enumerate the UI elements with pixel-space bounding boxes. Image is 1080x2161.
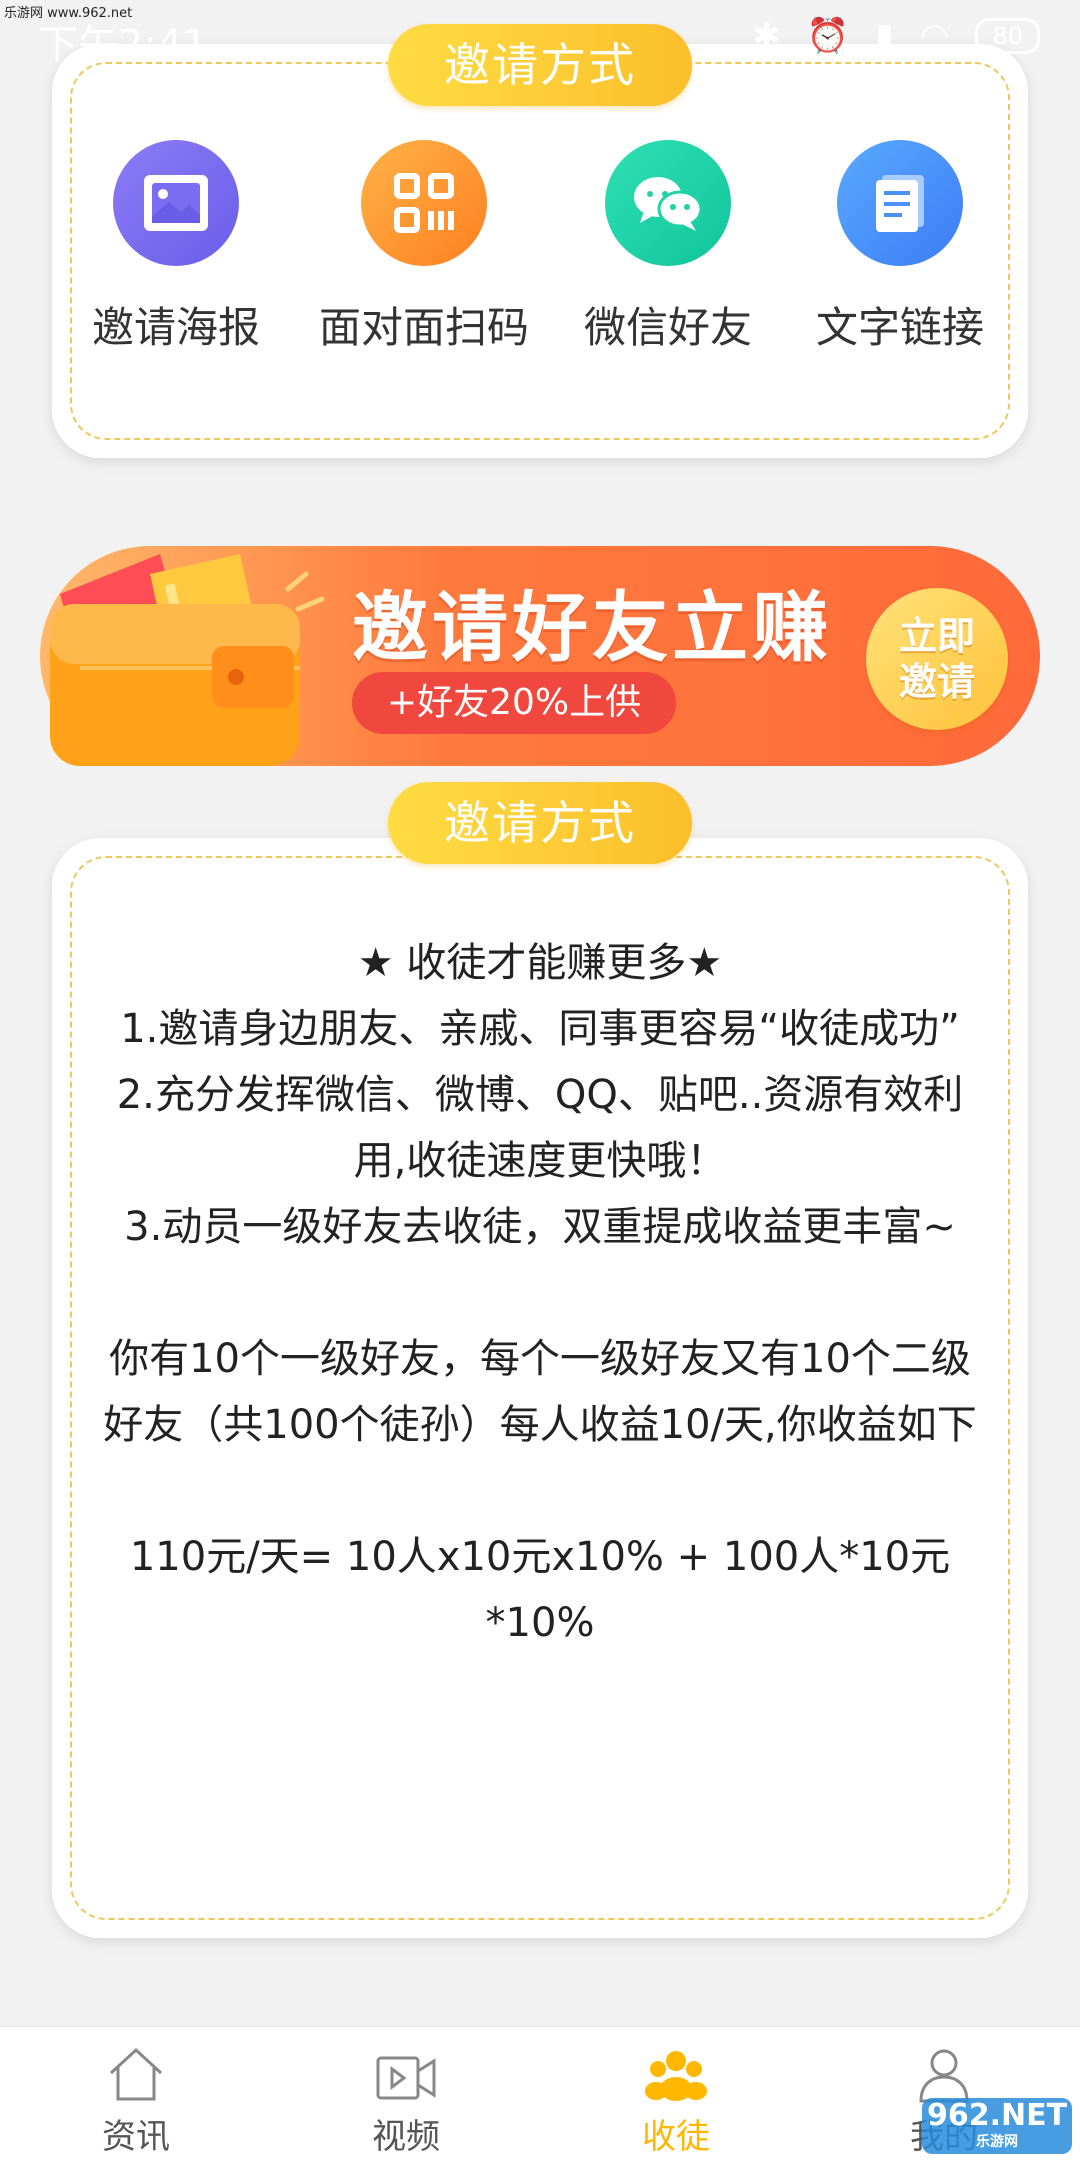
status-bar: 下午2:41 ✱ ⏰ ▮ ◠ 80 <box>0 0 1080 70</box>
banner-title: 邀请好友立赚 <box>352 583 832 672</box>
image-icon <box>113 140 239 266</box>
method-wechat-friend[interactable]: 微信好友 <box>548 140 788 355</box>
wallet-icon <box>50 554 325 766</box>
alarm-icon: ⏰ <box>806 16 850 56</box>
method-face-to-face-scan[interactable]: 面对面扫码 <box>304 140 544 355</box>
invite-methods-list: 邀请海报 面对面扫码 微信好友 文字链接 <box>52 140 1028 370</box>
tab-label: 资讯 <box>102 2117 170 2157</box>
rule-1: 1.邀请身边朋友、亲戚、同事更容易“收徒成功” <box>120 1006 960 1052</box>
qr-code-icon <box>361 140 487 266</box>
rule-2: 2.充分发挥微信、微博、QQ、贴吧..资源有效利用,收徒速度更快哦！ <box>116 1072 964 1184</box>
method-label: 文字链接 <box>815 303 984 352</box>
home-icon <box>36 2041 236 2103</box>
invite-now-button[interactable]: 立即邀请 <box>866 588 1008 730</box>
invite-now-label: 立即邀请 <box>898 614 975 704</box>
tab-news[interactable]: 资讯 <box>36 2041 236 2158</box>
invite-banner[interactable]: 邀请好友立赚 +好友20%上供 立即邀请 <box>40 534 1040 766</box>
wechat-icon <box>605 140 731 266</box>
rules-headline: ★ 收徒才能赚更多★ <box>357 940 723 986</box>
status-icons: ✱ ⏰ ▮ ◠ 80 <box>752 16 1040 56</box>
method-label: 微信好友 <box>583 303 752 352</box>
watermark-main: 962.NET <box>926 2098 1068 2133</box>
invite-rules-title: 邀请方式 <box>388 782 692 864</box>
method-text-link[interactable]: 文字链接 <box>780 140 1020 355</box>
rule-3: 3.动员一级好友去收徒，双重提成收益更丰富~ <box>124 1204 956 1250</box>
battery-icon: 80 <box>975 18 1040 54</box>
earnings-example: 你有10个一级好友，每个一级好友又有10个二级好友（共100个徒孙）每人收益10… <box>103 1336 977 1448</box>
video-icon <box>306 2041 506 2103</box>
watermark-logo: 962.NET 乐游网 <box>922 2098 1072 2154</box>
tab-label: 收徒 <box>642 2117 710 2157</box>
user-icon <box>844 2041 1044 2103</box>
tab-video[interactable]: 视频 <box>306 2041 506 2158</box>
bottom-tab-bar: 资讯 视频 收徒 <box>0 2026 1080 2161</box>
method-invite-poster[interactable]: 邀请海报 <box>56 140 296 355</box>
watermark-top: 乐游网 www.962.net <box>4 6 133 21</box>
signal-icon: ▮ <box>875 16 894 56</box>
banner-subtitle: +好友20%上供 <box>352 672 676 734</box>
bluetooth-icon: ✱ <box>752 16 781 56</box>
watermark-sub: 乐游网 <box>976 2134 1018 2150</box>
earnings-formula: 110元/天= 10人x10元x10% + 100人*10元*10% <box>129 1534 951 1646</box>
wifi-icon: ◠ <box>919 16 950 56</box>
document-icon <box>837 140 963 266</box>
apprentice-icon <box>576 2041 776 2103</box>
method-label: 邀请海报 <box>91 303 260 352</box>
tab-apprentice[interactable]: 收徒 <box>576 2041 776 2158</box>
method-label: 面对面扫码 <box>318 303 529 352</box>
invite-rules-text: ★ 收徒才能赚更多★ 1.邀请身边朋友、亲戚、同事更容易“收徒成功” 2.充分发… <box>100 930 980 1656</box>
tab-label: 视频 <box>372 2117 440 2157</box>
